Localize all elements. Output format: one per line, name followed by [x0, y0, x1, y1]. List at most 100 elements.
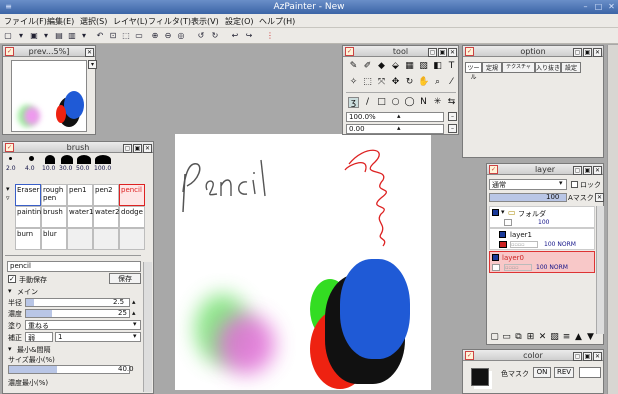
brush-preset-empty[interactable] [119, 228, 145, 250]
save-icon[interactable]: ▣ [29, 31, 39, 41]
zoom-tool-icon[interactable]: ⌕ [432, 77, 443, 88]
brush-preset-pen1[interactable]: pen1 [67, 184, 93, 206]
zoom-slider[interactable]: 100.0% ▴ [346, 112, 444, 122]
brush-preset-pencil[interactable]: pencil [119, 184, 145, 206]
size-preset-label[interactable]: 4.0 [25, 165, 35, 172]
tab-tool[interactable]: ツール [465, 62, 482, 81]
rect-mode-icon[interactable]: □ [376, 97, 387, 108]
brush-preset-water1[interactable]: water1 [67, 206, 93, 228]
export-dropdown-icon[interactable]: ▾ [79, 31, 89, 41]
text-tool-icon[interactable]: T [446, 61, 457, 72]
section-expand-icon[interactable]: ▾ [8, 287, 12, 295]
size-preset-label[interactable]: 100.0 [94, 165, 111, 172]
zoom-in-icon[interactable]: ⊕ [150, 31, 160, 41]
color-maximize-button[interactable]: ▣ [583, 352, 592, 361]
open-file-icon[interactable]: ▾ [16, 31, 26, 41]
brush-name-field[interactable]: pencil [7, 261, 141, 272]
angle-slider[interactable]: 0.00 ▴ [346, 124, 444, 134]
new-folder-icon[interactable]: ▭ [501, 332, 512, 343]
correct-mode-select[interactable]: 弱 [25, 332, 53, 342]
size-preset-label[interactable]: 10.0 [42, 165, 55, 172]
size-preset-label[interactable]: 30.0 [59, 165, 72, 172]
preview-menu-button[interactable]: ▾ [88, 60, 97, 69]
pen-tool-icon[interactable]: ✐ [362, 61, 373, 72]
menu-edit[interactable]: 編集(E) [47, 16, 74, 27]
brush-list-menu-icon[interactable]: ▿ [6, 194, 10, 202]
density-slider[interactable] [25, 309, 130, 318]
close-icon[interactable]: ✕ [606, 1, 617, 12]
save-as-icon[interactable]: ▤ [54, 31, 64, 41]
brush-maximize-button[interactable]: ▣ [133, 144, 142, 153]
menu-file[interactable]: ファイル(F) [4, 16, 47, 27]
layer-minimize-button[interactable]: ▢ [573, 166, 582, 175]
clear-layer-icon[interactable]: ▨ [549, 332, 560, 343]
brush-list-expand-icon[interactable]: ▾ [6, 185, 10, 193]
brush-preset-blur[interactable]: blur [41, 228, 67, 250]
brush-preset-pen2[interactable]: pen2 [93, 184, 119, 206]
color-mask-swatch[interactable] [579, 367, 601, 378]
move-up-icon[interactable]: ▲ [573, 332, 584, 343]
fill-mode-icon[interactable]: ⇆ [446, 97, 457, 108]
menu-settings[interactable]: 設定(O) [225, 16, 254, 27]
select-all-icon[interactable]: ⬚ [121, 31, 131, 41]
size-preset-label[interactable]: 50.0 [76, 165, 89, 172]
size-preset-label[interactable]: 2.0 [6, 165, 16, 172]
move-tool-icon[interactable]: ✥ [390, 77, 401, 88]
minimize-icon[interactable]: – [580, 1, 591, 12]
color-mask-rev-button[interactable]: REV [554, 367, 574, 378]
brush-preset-eraser[interactable]: Eraser [15, 184, 41, 206]
save-dropdown-icon[interactable]: ▾ [41, 31, 51, 41]
polyline-mode-icon[interactable]: N [418, 97, 429, 108]
brush-preset-dodge[interactable]: dodge [119, 206, 145, 228]
window-scrollbar[interactable] [607, 45, 618, 394]
menu-help[interactable]: ヘルプ(H) [259, 16, 295, 27]
brush-preset-empty[interactable] [93, 228, 119, 250]
foreground-color-swatch[interactable] [471, 368, 489, 386]
freehand-mode-icon[interactable]: ʒ [348, 97, 359, 108]
option-close-button[interactable]: ✕ [593, 48, 602, 57]
undo-arrow-icon[interactable]: ↶ [95, 31, 105, 41]
color-minimize-button[interactable]: ▢ [573, 352, 582, 361]
tool-minimize-button[interactable]: ▢ [428, 48, 437, 57]
grid-icon[interactable]: ⋮ [265, 31, 275, 41]
export-icon[interactable]: ▥ [67, 31, 77, 41]
ellipse-mode-icon[interactable]: ○ [390, 97, 401, 108]
gradation-tool-icon[interactable]: ▦ [404, 61, 415, 72]
layer-scrollbar[interactable] [596, 206, 604, 334]
chevron-down-icon[interactable]: ▾ [133, 332, 137, 340]
tab-settings[interactable]: 設定 [561, 62, 581, 73]
rotate-left-icon[interactable]: ↺ [196, 31, 206, 41]
option-minimize-button[interactable]: ▢ [573, 48, 582, 57]
zoom-reset-icon[interactable]: ◎ [176, 31, 186, 41]
radius-spinner-icon[interactable]: ▴ [132, 298, 136, 306]
layer-item-layer0[interactable]: layer0 ▫▫▫▫ 100 NORM [489, 251, 595, 273]
correct-value-select[interactable]: 1 [55, 332, 141, 342]
brush-preset-empty[interactable] [67, 228, 93, 250]
redo-icon[interactable]: ↪ [244, 31, 254, 41]
bucket-tool-icon[interactable]: ⬙ [390, 61, 401, 72]
hand-tool-icon[interactable]: ✋ [418, 77, 429, 88]
brush-preset-brush[interactable]: brush [41, 206, 67, 228]
spoit-tool-icon[interactable]: ⁄ [446, 77, 457, 88]
menu-filter[interactable]: フィルタ(T) [148, 16, 191, 27]
brush-save-button[interactable]: 保存 [109, 273, 141, 284]
folder-expand-icon[interactable]: ▾ [501, 208, 505, 216]
brush-minimize-button[interactable]: ▢ [123, 144, 132, 153]
chevron-down-icon[interactable]: ▾ [133, 320, 137, 328]
density-spinner-icon[interactable]: ▴ [132, 309, 136, 317]
layer-close-button[interactable]: ✕ [593, 166, 602, 175]
delete-layer-icon[interactable]: ✕ [537, 332, 548, 343]
tab-in-out[interactable]: 入り抜き [535, 62, 561, 73]
visibility-toggle-icon[interactable] [492, 254, 499, 261]
move-down-icon[interactable]: ▼ [585, 332, 596, 343]
selection-tool-icon[interactable]: ⬚ [362, 77, 373, 88]
tool-maximize-button[interactable]: ▣ [438, 48, 447, 57]
brush-preset-water2[interactable]: water2 [93, 206, 119, 228]
layer-flags-icon[interactable]: ▫▫▫▫ [504, 264, 532, 271]
copy-layer-icon[interactable]: ⧉ [513, 332, 524, 343]
rotate-right-icon[interactable]: ↻ [210, 31, 220, 41]
curve-mode-icon[interactable]: ◯ [404, 97, 415, 108]
layer-maximize-button[interactable]: ▣ [583, 166, 592, 175]
transform-tool-icon[interactable]: ⤧ [376, 77, 387, 88]
rotate-tool-icon[interactable]: ↻ [404, 77, 415, 88]
